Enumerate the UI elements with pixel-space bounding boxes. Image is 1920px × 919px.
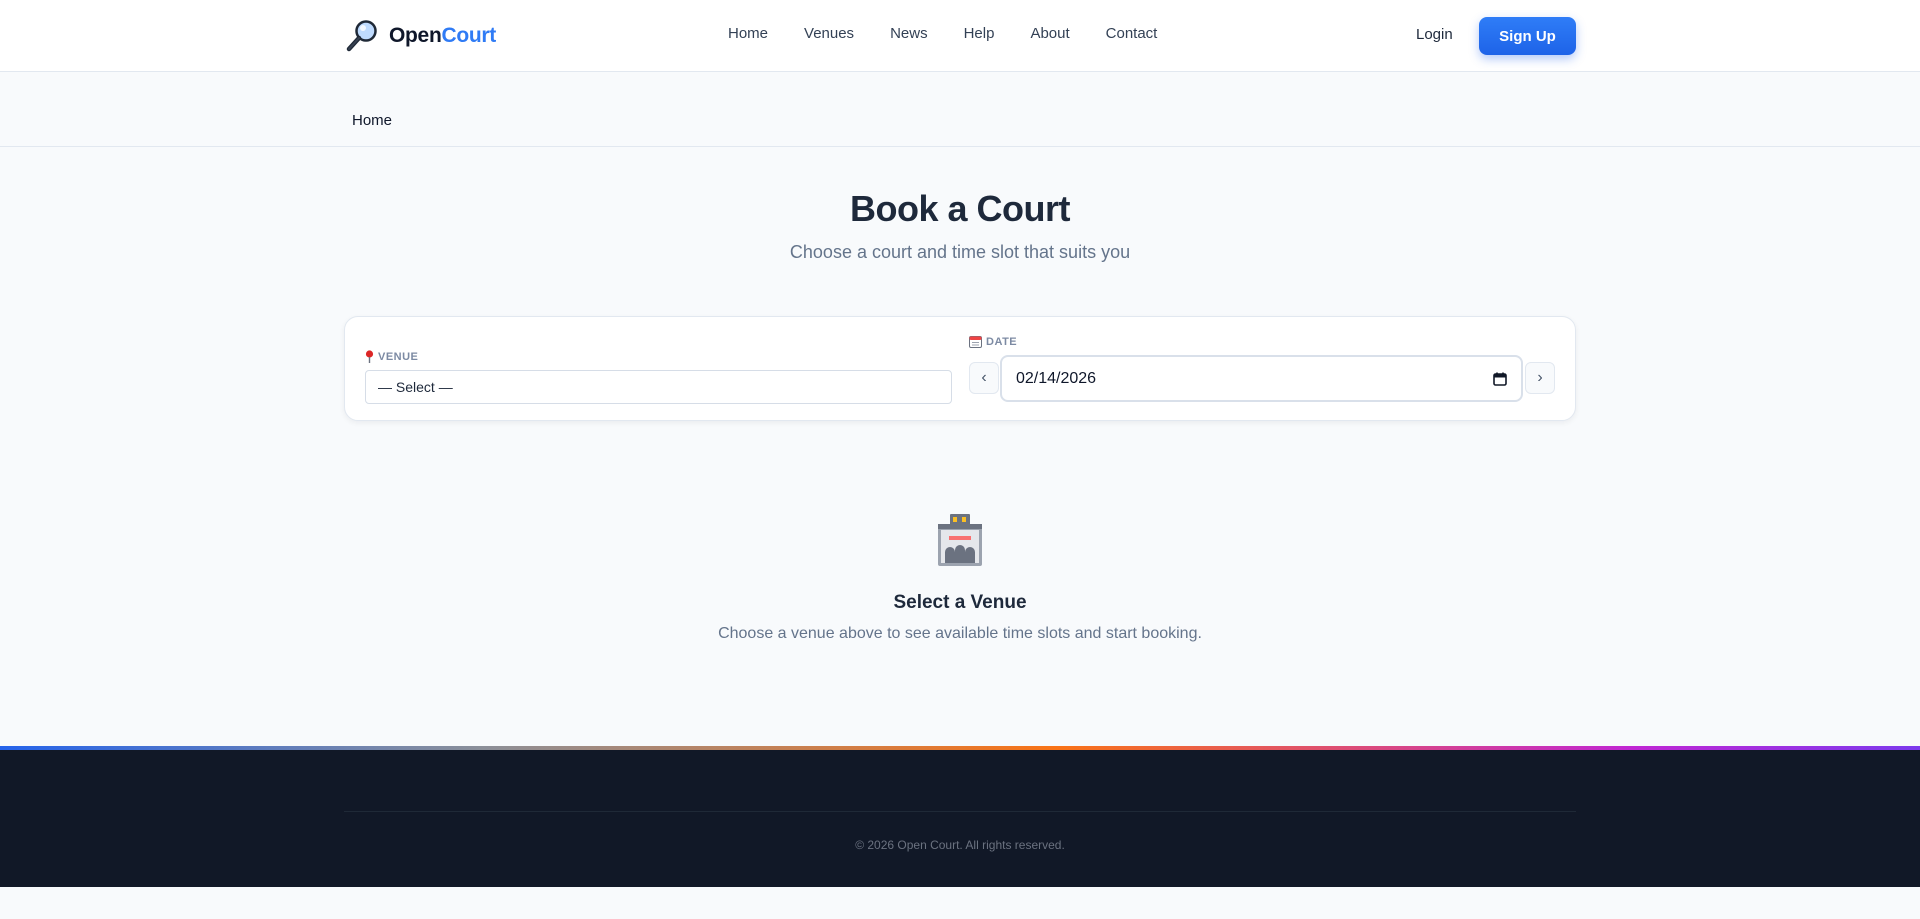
date-input[interactable]: 02/14/2026	[1000, 355, 1523, 402]
empty-state-text: Choose a venue above to see available ti…	[718, 625, 1202, 642]
next-day-button[interactable]: ›	[1525, 362, 1555, 394]
date-value: 02/14/2026	[1016, 369, 1097, 387]
nav-venues[interactable]: Venues	[804, 25, 854, 42]
calendar-icon	[969, 336, 982, 348]
stadium-icon	[938, 514, 982, 566]
venue-select[interactable]: — Select —	[365, 370, 952, 404]
nav-help[interactable]: Help	[964, 25, 995, 42]
footer-divider	[344, 811, 1576, 812]
empty-state-title: Select a Venue	[893, 592, 1027, 613]
copyright: © 2026 Open Court. All rights reserved.	[855, 838, 1065, 852]
booking-filter-card: VENUE — Select — DATE ‹ 02/14/2026 ›	[344, 316, 1576, 421]
breadcrumb-home[interactable]: Home	[352, 112, 392, 129]
footer: © 2026 Open Court. All rights reserved.	[0, 750, 1920, 887]
date-label: DATE	[969, 335, 1017, 348]
nav-contact[interactable]: Contact	[1106, 25, 1158, 42]
signup-button[interactable]: Sign Up	[1479, 17, 1576, 55]
login-link[interactable]: Login	[1416, 26, 1453, 43]
venue-label: VENUE	[365, 350, 418, 363]
top-header: OpenCourt Home Venues News Help About Co…	[0, 0, 1920, 72]
page-subtitle: Choose a court and time slot that suits …	[789, 242, 1131, 262]
date-label-text: DATE	[986, 335, 1018, 348]
venue-label-text: VENUE	[378, 350, 419, 363]
magnifier-racket-icon	[346, 20, 377, 52]
nav-news[interactable]: News	[890, 25, 928, 42]
nav-home[interactable]: Home	[728, 25, 768, 42]
logo-text: OpenCourt	[389, 24, 496, 47]
breadcrumb: Home	[0, 72, 1920, 147]
logo[interactable]: OpenCourt	[345, 18, 496, 54]
previous-day-button[interactable]: ‹	[969, 362, 999, 394]
pin-icon	[365, 350, 374, 363]
calendar-picker-icon[interactable]	[1493, 372, 1507, 386]
page-title: Book a Court	[849, 188, 1071, 229]
nav-about[interactable]: About	[1030, 25, 1069, 42]
main-nav: Home Venues News Help About Contact	[728, 25, 1157, 42]
